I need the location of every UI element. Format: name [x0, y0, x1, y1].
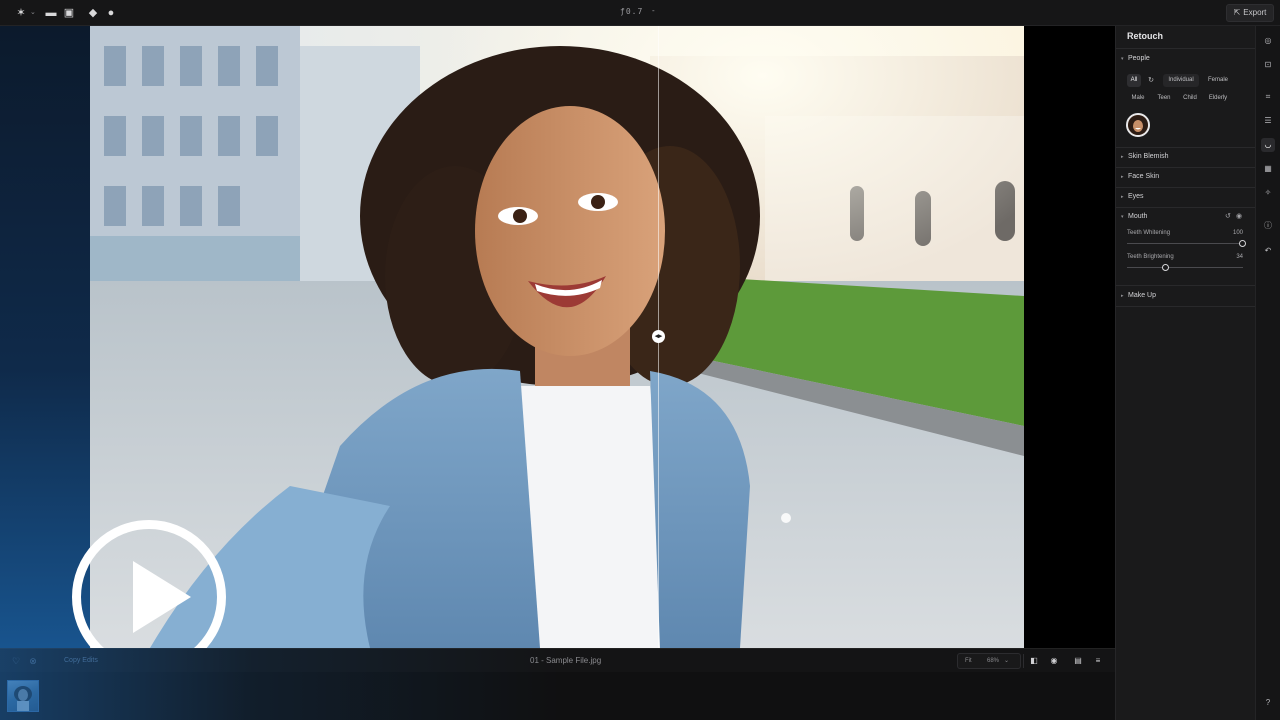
- undo-history-icon[interactable]: ↶: [1261, 244, 1275, 258]
- preview-eye-icon[interactable]: ◉: [1047, 654, 1061, 668]
- thumbnail-image: [14, 686, 32, 711]
- divider: [1023, 654, 1024, 668]
- chevron-right-icon: ▸: [1121, 293, 1124, 299]
- chevron-right-icon: ▸: [1121, 194, 1124, 200]
- play-icon: [133, 561, 191, 633]
- eye-icon[interactable]: ◉: [1236, 212, 1242, 220]
- zoom-level[interactable]: 68%: [987, 658, 999, 664]
- teeth-brightening-value[interactable]: 34: [1236, 254, 1243, 260]
- face-thumbnail: [1128, 115, 1148, 135]
- section-face-skin[interactable]: ▸ Face Skin: [1121, 173, 1159, 180]
- teeth-brightening-slider-thumb[interactable]: [1162, 264, 1170, 271]
- chip-elderly[interactable]: Elderly: [1204, 92, 1232, 105]
- chip-child[interactable]: Child: [1179, 92, 1201, 105]
- divider: [1116, 187, 1256, 188]
- teeth-brightening-slider-track[interactable]: [1127, 267, 1243, 268]
- top-toolbar: ✶ ⌄ ▬ ▣ ◆ ● ƒ0.7 - ⇱ Export: [0, 0, 1280, 26]
- chip-teen[interactable]: Teen: [1153, 92, 1175, 105]
- compare-view-icon[interactable]: ◧: [1027, 654, 1041, 668]
- sort-icon[interactable]: ≡: [1091, 654, 1105, 668]
- reset-icon[interactable]: ↺: [1225, 212, 1231, 220]
- color-icon[interactable]: ◎: [1261, 34, 1275, 48]
- section-make-up[interactable]: ▸ Make Up: [1121, 292, 1156, 299]
- chevron-down-icon: ▾: [1121, 214, 1124, 220]
- avatar[interactable]: [1126, 113, 1150, 137]
- chip-all[interactable]: All: [1127, 74, 1141, 87]
- crop-icon[interactable]: ⌗: [1261, 90, 1275, 104]
- section-make-up-label: Make Up: [1128, 292, 1157, 299]
- section-face-skin-label: Face Skin: [1128, 173, 1160, 180]
- chevron-down-icon[interactable]: ⌄: [1004, 657, 1009, 664]
- adjust-icon[interactable]: ☰: [1261, 114, 1275, 128]
- tool-rail: ◎ ⊡ ⌗ ☰ ◡ ▦ ✧ ⓘ ↶ ?: [1255, 26, 1280, 720]
- filmstrip-view-icon[interactable]: ▤: [1071, 654, 1085, 668]
- thumbnail-sample-file[interactable]: [7, 680, 39, 712]
- divider: [1116, 285, 1256, 286]
- bottom-bar: ♡ ⊗ Copy Edits 01 - Sample File.jpg Fit …: [0, 648, 1115, 672]
- logo-menu-caret-icon[interactable]: ⌄: [30, 6, 36, 20]
- divider: [1116, 207, 1256, 208]
- status-dash: -: [652, 6, 655, 15]
- export-label: Export: [1243, 8, 1267, 17]
- chip-individual[interactable]: Individual: [1163, 74, 1199, 87]
- heart-icon[interactable]: ♡: [10, 655, 22, 667]
- image-icon[interactable]: ▣: [62, 6, 76, 20]
- canvas-left-gradient: [0, 26, 90, 648]
- chevron-right-icon: ▸: [1121, 174, 1124, 180]
- section-people[interactable]: ▾ People: [1121, 55, 1150, 62]
- info-icon[interactable]: ⓘ: [1261, 219, 1275, 233]
- chip-female[interactable]: Female: [1203, 74, 1233, 87]
- divider: [1116, 306, 1256, 307]
- teeth-whitening-value[interactable]: 100: [1233, 230, 1243, 236]
- teeth-whitening-slider-track[interactable]: [1127, 243, 1243, 244]
- fit-label[interactable]: Fit: [965, 658, 972, 664]
- help-icon[interactable]: ?: [1261, 696, 1275, 710]
- teeth-brightening-label: Teeth Brightening: [1127, 254, 1174, 260]
- section-skin-blemish-label: Skin Blemish: [1128, 153, 1169, 160]
- retouch-icon[interactable]: ◡: [1261, 138, 1275, 152]
- export-button[interactable]: ⇱ Export: [1226, 4, 1274, 22]
- healing-brush-icon[interactable]: ●: [104, 6, 118, 20]
- retouch-panel: Retouch ▾ People All ↻ Individual Female …: [1115, 26, 1256, 720]
- folder-icon[interactable]: ▬: [44, 6, 58, 20]
- logo-icon[interactable]: ✶: [14, 6, 28, 20]
- panel-title: Retouch: [1127, 31, 1163, 41]
- ai-select-icon[interactable]: ⊡: [1261, 58, 1275, 72]
- export-icon: ⇱: [1233, 8, 1241, 17]
- image-canvas[interactable]: ◂▸: [0, 26, 1115, 648]
- refresh-icon[interactable]: ↻: [1145, 74, 1157, 87]
- teeth-whitening-label: Teeth Whitening: [1127, 230, 1171, 236]
- reject-icon[interactable]: ⊗: [27, 655, 39, 667]
- photo-preview[interactable]: ◂▸: [90, 26, 1024, 648]
- zoom-control[interactable]: Fit 68% ⌄: [957, 653, 1021, 669]
- section-skin-blemish[interactable]: ▸ Skin Blemish: [1121, 153, 1168, 160]
- teeth-whitening-slider-thumb[interactable]: [1239, 240, 1246, 247]
- file-name-label: 01 - Sample File.jpg: [530, 656, 602, 665]
- chip-male[interactable]: Male: [1127, 92, 1149, 105]
- focus-point-marker[interactable]: [781, 513, 791, 523]
- section-eyes[interactable]: ▸ Eyes: [1121, 193, 1144, 200]
- section-eyes-label: Eyes: [1128, 193, 1144, 200]
- copy-edits-button[interactable]: Copy Edits: [64, 657, 98, 664]
- section-mouth[interactable]: ▾ Mouth: [1121, 213, 1147, 220]
- section-mouth-label: Mouth: [1128, 213, 1148, 220]
- chevron-right-icon: ▸: [1121, 154, 1124, 160]
- section-people-label: People: [1128, 55, 1150, 62]
- presets-icon[interactable]: ▦: [1261, 162, 1275, 176]
- effects-icon[interactable]: ✧: [1261, 186, 1275, 200]
- version-label: ƒ0.7: [620, 7, 644, 16]
- divider: [1116, 167, 1256, 168]
- divider: [1116, 48, 1256, 49]
- filmstrip: [0, 672, 1115, 720]
- chevron-down-icon: ▾: [1121, 56, 1124, 62]
- photo-illustration: [90, 26, 1024, 648]
- split-handle-icon[interactable]: ◂▸: [652, 330, 665, 343]
- divider: [1116, 147, 1256, 148]
- eraser-icon[interactable]: ◆: [86, 6, 100, 20]
